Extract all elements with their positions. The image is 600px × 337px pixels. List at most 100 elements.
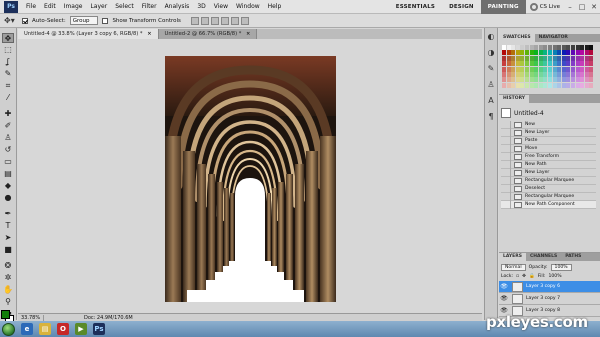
color-swatch[interactable] [506,50,511,56]
color-swatch[interactable] [529,55,534,61]
history-brush-icon[interactable]: ↺ [2,145,14,155]
workspace-painting[interactable]: PAINTING [480,0,526,14]
color-swatch[interactable] [552,72,557,77]
brush-panel-icon[interactable]: ✎ [486,64,496,74]
color-swatch[interactable] [506,66,511,72]
history-snapshot[interactable]: Untitled-4 [501,107,598,119]
color-swatch[interactable] [538,55,543,61]
color-swatch[interactable] [520,55,525,61]
move-tool-icon[interactable]: ✥▾ [4,16,18,26]
color-swatch[interactable] [529,72,534,77]
tab-channels[interactable]: CHANNELS [526,253,561,261]
color-swatch[interactable] [520,50,525,56]
color-swatch[interactable] [511,77,516,83]
color-swatch[interactable] [561,50,566,56]
color-swatch[interactable] [506,45,511,50]
color-swatch[interactable] [552,61,557,67]
history-source-cell[interactable] [501,192,511,201]
color-swatch[interactable] [502,82,506,88]
color-swatch[interactable] [580,77,585,83]
adjustments-panel-icon[interactable]: ◑ [486,48,496,58]
color-swatch[interactable] [571,50,575,56]
color-swatch[interactable] [511,72,516,77]
color-swatch[interactable] [571,61,575,67]
color-swatch[interactable] [525,61,529,67]
color-swatch[interactable] [571,55,575,61]
history-source-cell[interactable] [501,176,511,185]
color-swatch[interactable] [529,66,534,72]
color-swatch[interactable] [566,72,571,77]
color-swatch[interactable] [561,72,566,77]
workspace-design[interactable]: DESIGN [442,0,481,14]
color-swatch[interactable] [566,82,571,88]
color-swatch[interactable] [538,72,543,77]
color-swatch[interactable] [534,82,539,88]
color-swatch[interactable] [575,66,580,72]
align-right-icon[interactable] [240,16,249,25]
menu-edit[interactable]: Edit [40,0,60,14]
color-swatch[interactable] [520,72,525,77]
color-swatch[interactable] [502,50,506,56]
color-swatch[interactable] [543,72,548,77]
swatch-grid[interactable] [502,45,594,89]
history-source-cell[interactable] [501,168,511,177]
color-swatch[interactable] [580,50,585,56]
gradient-tool-icon[interactable]: ▤ [2,169,14,179]
color-swatch[interactable] [566,66,571,72]
document-tab-untitled-4[interactable]: Untitled-4 @ 33.8% (Layer 3 copy 6, RGB/… [18,29,159,39]
history-source-cell[interactable] [501,184,511,193]
color-swatch[interactable] [511,45,516,50]
history-source-cell[interactable] [501,144,511,153]
color-swatch[interactable] [529,77,534,83]
color-swatch[interactable] [538,77,543,83]
menu-window[interactable]: Window [232,0,264,14]
color-swatch[interactable] [534,61,539,67]
cs-live-button[interactable]: CS Live [526,2,564,11]
color-swatch[interactable] [529,82,534,88]
color-swatch[interactable] [584,55,589,61]
color-swatch[interactable] [529,45,534,50]
color-swatch[interactable] [589,82,594,88]
color-swatch[interactable] [515,50,520,56]
color-swatch[interactable] [543,61,548,67]
color-swatch[interactable] [511,61,516,67]
maximize-button[interactable]: □ [576,0,588,14]
menu-view[interactable]: View [210,0,232,14]
color-swatch[interactable] [502,72,506,77]
color-swatch[interactable] [515,45,520,50]
color-swatch[interactable] [525,45,529,50]
color-swatch[interactable] [584,50,589,56]
color-swatch[interactable] [580,45,585,50]
color-swatch[interactable] [552,66,557,72]
color-swatch[interactable] [548,72,552,77]
layer-row[interactable]: 👁 Layer 3 copy 7 [499,293,600,305]
history-source-cell[interactable] [501,120,511,129]
color-swatch[interactable] [502,45,506,50]
color-swatch[interactable] [534,55,539,61]
history-item[interactable]: New Path Component [501,200,596,209]
color-swatch[interactable] [506,61,511,67]
transform-controls-checkbox[interactable] [102,17,109,24]
menu-layer[interactable]: Layer [86,0,111,14]
color-swatch[interactable] [534,50,539,56]
lasso-tool-icon[interactable]: ʆ [2,57,14,67]
tab-swatches[interactable]: SWATCHES [499,34,535,42]
color-swatch[interactable] [543,77,548,83]
color-swatch[interactable] [584,72,589,77]
color-swatch[interactable] [561,77,566,83]
color-swatch[interactable] [566,50,571,56]
color-swatch[interactable] [552,45,557,50]
color-swatch[interactable] [548,66,552,72]
color-swatch[interactable] [566,61,571,67]
color-swatch[interactable] [515,55,520,61]
history-item[interactable]: New [501,120,596,129]
color-swatch[interactable] [571,77,575,83]
history-source-cell[interactable] [501,160,511,169]
tab-paths[interactable]: PATHS [561,253,585,261]
color-swatch[interactable] [548,45,552,50]
color-swatch[interactable] [538,61,543,67]
color-swatch[interactable] [575,61,580,67]
color-swatch[interactable] [589,77,594,83]
color-swatch[interactable] [589,50,594,56]
color-swatch[interactable] [520,82,525,88]
